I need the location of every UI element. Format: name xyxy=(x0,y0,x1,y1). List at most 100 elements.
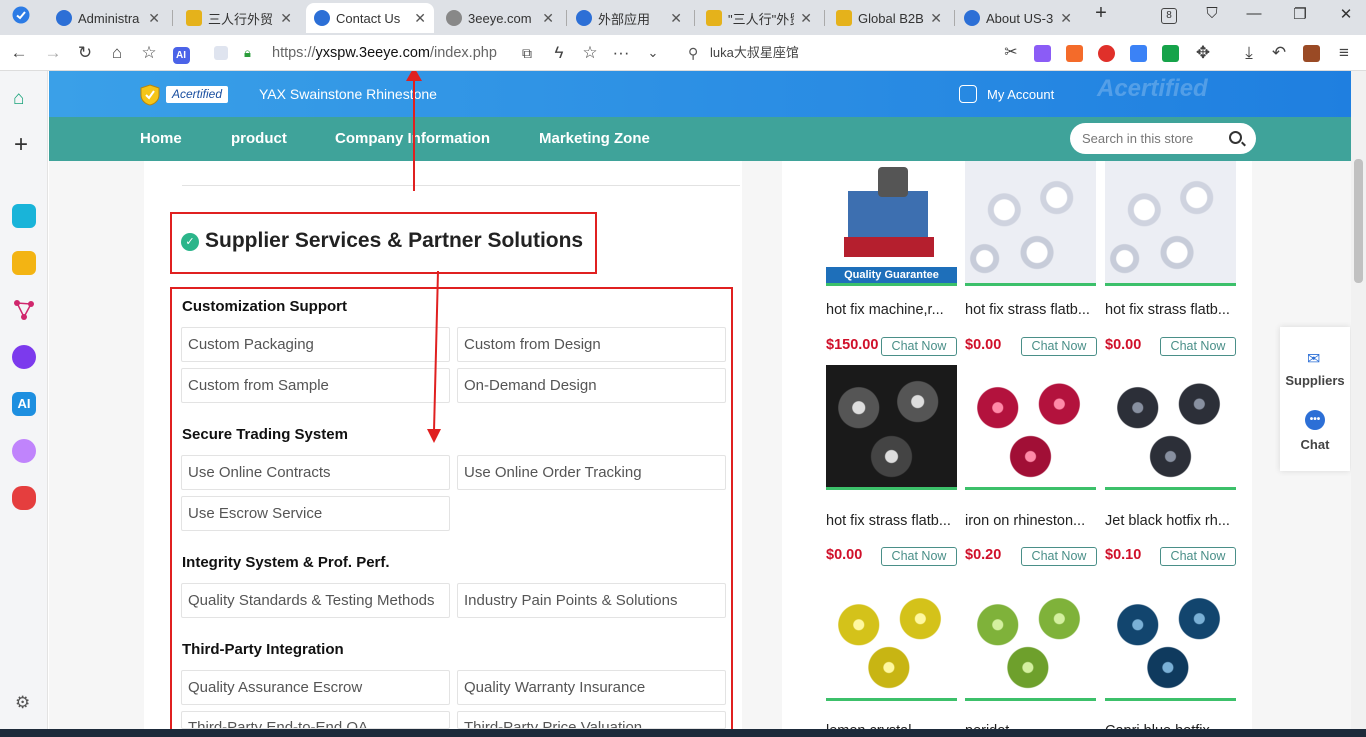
search-icon[interactable] xyxy=(1229,131,1242,144)
product-image[interactable] xyxy=(826,365,957,490)
settings-gear-icon[interactable]: ⚙ xyxy=(15,693,30,713)
nav-product[interactable]: product xyxy=(231,130,287,147)
site-info-icon[interactable] xyxy=(214,46,228,60)
close-icon[interactable]: ✕ xyxy=(542,10,554,27)
shirt-icon[interactable]: ⛉ xyxy=(1200,5,1224,22)
tab-count-button[interactable]: 8 xyxy=(1157,5,1181,24)
product-image[interactable] xyxy=(1105,161,1236,286)
close-icon[interactable]: ✕ xyxy=(670,10,682,27)
minimize-button[interactable]: — xyxy=(1242,5,1266,22)
tab-global-b2b[interactable]: Global B2B ✕ xyxy=(828,3,950,33)
chat-now-button[interactable]: Chat Now xyxy=(1160,337,1236,356)
service-button[interactable]: On-Demand Design xyxy=(457,368,726,403)
service-button[interactable]: Use Online Contracts xyxy=(181,455,450,490)
product-name[interactable]: Jet black hotfix rh... xyxy=(1105,513,1237,529)
mail-icon[interactable] xyxy=(1130,45,1147,62)
product-image[interactable] xyxy=(1105,365,1236,490)
product-name[interactable]: hot fix machine,r... xyxy=(826,302,958,318)
product-name[interactable]: hot fix strass flatb... xyxy=(1105,302,1237,318)
close-icon[interactable]: ✕ xyxy=(148,10,160,27)
weibo-icon[interactable] xyxy=(1098,45,1115,62)
service-button[interactable]: Custom from Sample xyxy=(181,368,450,403)
product-name[interactable]: hot fix strass flatb... xyxy=(965,302,1097,318)
scissors-icon[interactable]: ✂ xyxy=(1000,42,1022,64)
store-search-input[interactable]: Search in this store xyxy=(1070,123,1256,154)
service-button[interactable]: Quality Assurance Escrow xyxy=(181,670,450,705)
undo-icon[interactable]: ↶ xyxy=(1268,42,1290,64)
menu-icon[interactable]: ≡ xyxy=(1333,42,1355,64)
chat-now-button[interactable]: Chat Now xyxy=(1021,337,1097,356)
home-icon[interactable]: ⌂ xyxy=(13,88,24,110)
reload-button[interactable]: ↻ xyxy=(74,42,96,64)
new-tab-button[interactable]: + xyxy=(1089,2,1113,25)
product-image[interactable]: Quality Guarantee xyxy=(826,161,957,286)
briefcase-icon[interactable] xyxy=(1303,45,1320,62)
download-icon[interactable]: ⤓ xyxy=(1238,42,1260,64)
tab-about-us[interactable]: About US-3 ✕ xyxy=(956,3,1080,33)
close-icon[interactable]: ✕ xyxy=(930,10,942,27)
product-image[interactable] xyxy=(965,365,1096,490)
product-image[interactable] xyxy=(1105,576,1236,701)
more-icon[interactable]: ··· xyxy=(610,42,632,64)
product-image[interactable] xyxy=(965,161,1096,286)
chat-now-button[interactable]: Chat Now xyxy=(1160,547,1236,566)
ai-icon[interactable]: AI xyxy=(170,42,192,64)
favorite-star-icon[interactable]: ☆ xyxy=(579,42,601,64)
extension-icon[interactable] xyxy=(1034,45,1051,62)
puzzle-icon[interactable]: ✥ xyxy=(1192,42,1214,64)
service-button[interactable]: Custom Packaging xyxy=(181,327,450,362)
tab-3eeye[interactable]: 3eeye.com ✕ xyxy=(438,3,562,33)
chat-now-button[interactable]: Chat Now xyxy=(881,337,957,356)
chat-link[interactable]: Chat xyxy=(1280,437,1350,452)
my-account-link[interactable]: My Account xyxy=(959,85,1054,103)
forward-button[interactable]: → xyxy=(42,42,64,64)
lightning-icon[interactable]: ϟ xyxy=(548,42,570,64)
close-icon[interactable]: ✕ xyxy=(280,10,292,27)
tab-sanrenxing[interactable]: 三人行外贸 ✕ xyxy=(178,3,300,33)
service-button[interactable]: Third-Party End-to-End QA xyxy=(181,711,450,729)
nav-marketing-zone[interactable]: Marketing Zone xyxy=(539,130,650,147)
service-button[interactable]: Quality Standards & Testing Methods xyxy=(181,583,450,618)
product-name[interactable]: iron on rhineston... xyxy=(965,513,1097,529)
tab-administration[interactable]: Administra ✕ xyxy=(48,3,168,33)
ai-assistant-icon[interactable] xyxy=(12,345,36,369)
browser-logo-icon[interactable] xyxy=(10,6,32,28)
service-button[interactable]: Custom from Design xyxy=(457,327,726,362)
add-icon[interactable]: + xyxy=(14,131,28,159)
chat-bubble-icon[interactable]: ••• xyxy=(1305,410,1325,430)
page-scrollbar[interactable] xyxy=(1351,71,1366,737)
extension-icon[interactable] xyxy=(1066,45,1083,62)
home-button[interactable]: ⌂ xyxy=(106,42,128,64)
close-icon[interactable]: ✕ xyxy=(800,10,812,27)
app-icon[interactable] xyxy=(12,204,36,228)
product-image[interactable] xyxy=(965,576,1096,701)
chat-app-icon[interactable] xyxy=(12,439,36,463)
close-window-button[interactable]: ✕ xyxy=(1334,5,1358,23)
scrollbar-thumb[interactable] xyxy=(1354,159,1363,283)
word-icon[interactable] xyxy=(1162,45,1179,62)
tab-sanrenxing-2[interactable]: "三人行"外贸 ✕ xyxy=(698,3,820,33)
game-app-icon[interactable] xyxy=(12,486,36,510)
service-button[interactable]: Use Online Order Tracking xyxy=(457,455,726,490)
service-button[interactable]: Third-Party Price Valuation xyxy=(457,711,726,729)
tab-external-apps[interactable]: 外部应用 ✕ xyxy=(568,3,690,33)
close-icon[interactable]: ✕ xyxy=(1060,10,1072,27)
back-button[interactable]: ← xyxy=(8,42,30,64)
close-icon[interactable]: ✕ xyxy=(414,10,426,27)
maximize-button[interactable]: ❐ xyxy=(1288,5,1312,23)
network-app-icon[interactable] xyxy=(12,298,36,322)
address-bar[interactable]: 🔒︎ https://yxspw.3eeye.com/index.php xyxy=(204,40,674,66)
product-image[interactable] xyxy=(826,576,957,701)
service-button[interactable]: Industry Pain Points & Solutions xyxy=(457,583,726,618)
bookmark-star-icon[interactable]: ☆ xyxy=(138,42,160,64)
service-button[interactable]: Quality Warranty Insurance xyxy=(457,670,726,705)
mail-icon[interactable]: ✉ xyxy=(1307,349,1320,369)
nav-home[interactable]: Home xyxy=(140,130,182,147)
chevron-down-icon[interactable]: ⌄ xyxy=(642,42,664,64)
tab-contact-us[interactable]: Contact Us ✕ xyxy=(306,3,434,33)
suppliers-link[interactable]: Suppliers xyxy=(1280,373,1350,388)
product-name[interactable]: hot fix strass flatb... xyxy=(826,513,958,529)
translate-icon[interactable]: ⧉ xyxy=(516,42,538,64)
service-button[interactable]: Use Escrow Service xyxy=(181,496,450,531)
chat-now-button[interactable]: Chat Now xyxy=(1021,547,1097,566)
